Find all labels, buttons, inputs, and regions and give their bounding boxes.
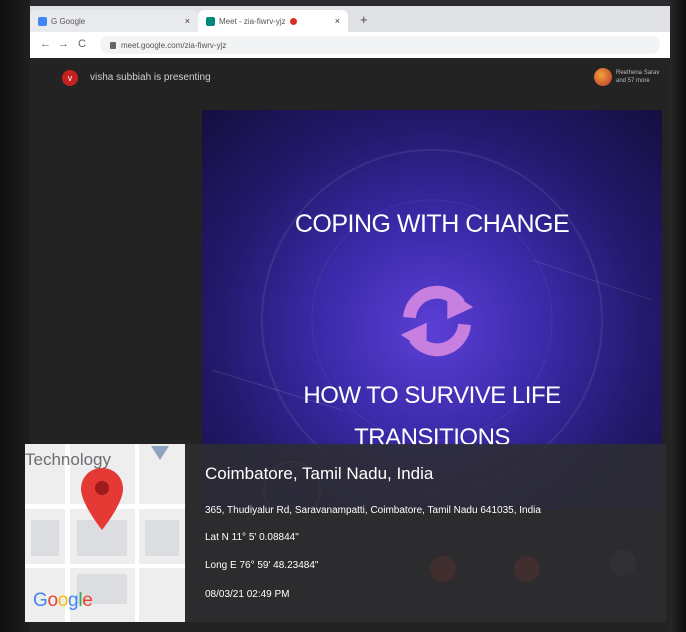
slide-title: COPING WITH CHANGE (294, 210, 570, 238)
location-longitude: Long E 76° 59' 48.23484" (205, 560, 319, 571)
browser-tab-strip: G Google × Meet - zia-fiwrv-yjz × + (30, 6, 670, 32)
participants-indicator[interactable]: Reethena Sarav and 57 more (594, 68, 660, 86)
place-marker-icon (151, 446, 169, 460)
recording-dot-icon (289, 17, 297, 25)
url-input[interactable]: meet.google.com/zia-fiwrv-yjz (100, 36, 660, 54)
address-bar: ← → C meet.google.com/zia-fiwrv-yjz (30, 32, 670, 59)
location-timestamp: 08/03/21 02:49 PM (205, 589, 290, 600)
google-logo: Google (33, 590, 93, 611)
location-pin-icon (81, 468, 123, 530)
google-favicon-icon (38, 16, 47, 26)
presenter-bar: v visha subbiah is presenting Reethena S… (30, 58, 670, 98)
map-place-label: Technology (25, 450, 112, 469)
back-button[interactable]: ← (40, 38, 51, 50)
location-address: 365, Thudiyalur Rd, Saravanampatti, Coim… (205, 505, 541, 516)
location-latitude: Lat N 11° 5' 0.08844" (205, 532, 299, 543)
geotag-overlay: Technology Google Coimbatore, Tamil Nadu… (25, 444, 666, 622)
presenter-status-text: visha subbiah is presenting (90, 72, 211, 83)
location-city: Coimbatore, Tamil Nadu, India (205, 464, 434, 483)
participant-avatar (594, 68, 612, 86)
avatar: v (62, 70, 78, 86)
tab-meet-label: Meet - zia-fiwrv-yjz (219, 16, 286, 26)
url-text: meet.google.com/zia-fiwrv-yjz (121, 40, 227, 50)
participants-text: Reethena Sarav and 57 more (616, 70, 660, 84)
slide-subtitle-line-1: HOW TO SURVIVE LIFE (303, 382, 561, 409)
new-tab-button[interactable]: + (360, 12, 368, 27)
map-thumbnail: Technology Google (25, 444, 185, 622)
close-icon[interactable]: × (335, 16, 340, 26)
tab-meet[interactable]: Meet - zia-fiwrv-yjz × (198, 10, 348, 32)
monitor-frame: G Google × Meet - zia-fiwrv-yjz × + ← → … (0, 0, 686, 632)
lock-icon (110, 41, 116, 49)
meet-favicon-icon (206, 16, 215, 26)
close-icon[interactable]: × (185, 16, 190, 26)
tab-google[interactable]: G Google × (30, 10, 198, 32)
sync-arrows-icon (400, 285, 474, 357)
forward-button[interactable]: → (58, 38, 69, 50)
monitor-bezel-right (668, 0, 686, 632)
tab-google-label: G Google (51, 16, 86, 26)
reload-button[interactable]: C (78, 38, 86, 50)
